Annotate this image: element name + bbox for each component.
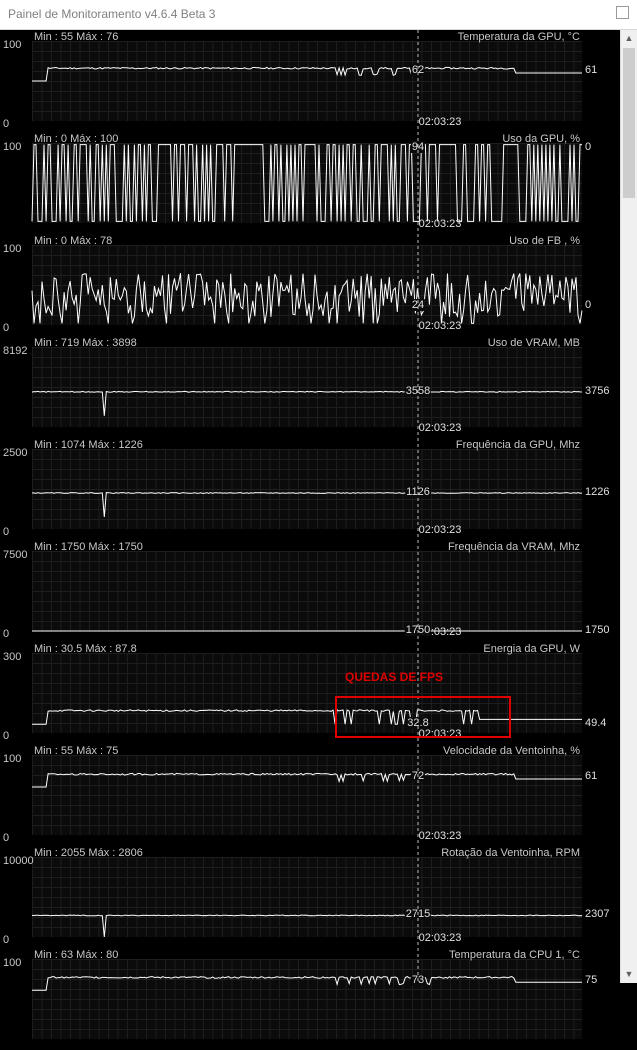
graph-title: Frequência da VRAM, Mhz	[447, 541, 580, 553]
current-value-label: 75	[585, 973, 598, 986]
window-title: Painel de Monitoramento v4.6.4 Beta 3	[8, 7, 216, 21]
scroll-down-arrow-icon[interactable]: ▼	[621, 966, 637, 983]
graph-panel[interactable]: 100 Min : 63 Máx : 80 Temperatura da CPU 1…	[0, 948, 620, 1050]
cursor-time-label: 02:03:23	[418, 524, 462, 536]
y-axis-min-label: 0	[3, 322, 10, 334]
current-value-label: 49.4	[585, 717, 607, 730]
graph-panel[interactable]: 10000 0 Min : 2055 Máx : 2806 Rotação da Ve…	[0, 846, 620, 948]
cursor-time-label: 02:03:23	[418, 830, 462, 842]
graph-title: Rotação da Ventoinha, RPM	[441, 847, 580, 859]
graph-panel[interactable]: 7500 0 Min : 1750 Máx : 1750 Frequência da …	[0, 540, 620, 642]
graph-series-line	[31, 273, 583, 324]
current-value-label: 0	[585, 298, 592, 311]
y-axis-max-label: 100	[3, 753, 22, 765]
current-value-label: 1226	[585, 486, 610, 498]
y-axis-max-label: 100	[3, 243, 22, 255]
cursor-value-label: 72	[410, 770, 426, 783]
min-max-label: Min : 63 Máx : 80	[34, 949, 119, 961]
cursor-value-label: 73	[410, 973, 426, 986]
graph-title: Frequência da GPU, Mhz	[455, 439, 580, 451]
graph-series-line	[31, 492, 582, 518]
graph-title: Uso de VRAM, MB	[487, 337, 580, 349]
cursor-value-label: 24	[410, 298, 426, 311]
current-value-label: 1750	[585, 624, 610, 636]
current-value-label: 2307	[585, 908, 610, 921]
fps-drop-highlight-box	[335, 696, 511, 738]
graph-series-line	[31, 390, 583, 416]
min-max-label: Min : 719 Máx : 3898	[34, 337, 137, 349]
cursor-time-label: 02:03:23	[418, 116, 462, 128]
min-max-label: Min : 1074 Máx : 1226	[34, 439, 143, 451]
y-axis-min-label: 0	[3, 628, 10, 640]
cursor-value-label: 1126	[405, 486, 431, 498]
current-value-label: 0	[585, 140, 592, 153]
current-value-label: 61	[585, 770, 598, 783]
graph-panel[interactable]: 100 Min : 0 Máx : 100 Uso da GPU, % 02:03:2…	[0, 132, 620, 234]
cursor-value-label: 3558	[404, 384, 432, 397]
graph-title: Uso da GPU, %	[502, 133, 580, 145]
min-max-label: Min : 0 Máx : 100	[34, 133, 119, 145]
y-axis-min-label: 0	[3, 118, 10, 130]
graph-panel[interactable]: 100 0 Min : 55 Máx : 75 Velocidade da Vento…	[0, 744, 620, 846]
min-max-label: Min : 1750 Máx : 1750	[34, 541, 143, 553]
min-max-label: Min : 30.5 Máx : 87.8	[34, 643, 137, 655]
graph-panel[interactable]: 100 0 Min : 0 Máx : 78 Uso de FB , % 02:03:2…	[0, 234, 620, 336]
graph-title: Temperatura da GPU, °C	[457, 31, 580, 43]
cursor-time-label: 02:03:23	[418, 932, 462, 944]
graph-series-line	[32, 65, 582, 82]
cursor-value-label: 94	[410, 140, 426, 153]
y-axis-max-label: 100	[3, 141, 22, 153]
y-axis-min-label: 0	[3, 730, 10, 742]
y-axis-max-label: 10000	[3, 855, 34, 867]
y-axis-max-label: 300	[3, 651, 22, 663]
min-max-label: Min : 0 Máx : 78	[34, 235, 113, 247]
graph-panel[interactable]: 8192 Min : 719 Máx : 3898 Uso de VRAM, MB 0…	[0, 336, 620, 438]
fps-drop-annotation: QUEDAS DE FPS	[345, 670, 444, 684]
scroll-thumb[interactable]	[623, 48, 635, 198]
min-max-label: Min : 2055 Máx : 2806	[34, 847, 143, 859]
y-axis-max-label: 100	[3, 39, 22, 51]
y-axis-min-label: 0	[3, 526, 10, 538]
cursor-time-label: 02:03:23	[418, 422, 462, 434]
monitoring-graph-area[interactable]: 100 0 Min : 55 Máx : 76 Temperatura da GPU,…	[0, 30, 620, 1039]
vertical-scrollbar[interactable]: ▲ ▼	[620, 30, 637, 983]
graph-title: Energia da GPU, W	[483, 643, 580, 655]
graph-series-line	[31, 144, 582, 222]
graph-series-line	[32, 772, 582, 788]
graph-series-line	[31, 914, 583, 938]
current-value-label: 61	[585, 64, 598, 77]
graph-panel[interactable]: 2500 0 Min : 1074 Máx : 1226 Frequência da …	[0, 438, 620, 540]
graph-panel[interactable]: 300 0 Min : 30.5 Máx : 87.8 Energia da GPU,…	[0, 642, 620, 744]
window-control-button[interactable]	[616, 6, 629, 19]
graph-series-line	[32, 630, 582, 632]
min-max-label: Min : 55 Máx : 75	[34, 745, 119, 757]
cursor-time-label: 02:03:23	[418, 218, 462, 230]
graph-panel[interactable]: 100 0 Min : 55 Máx : 76 Temperatura da GPU,…	[0, 30, 620, 132]
y-axis-max-label: 8192	[3, 345, 28, 357]
title-bar: Painel de Monitoramento v4.6.4 Beta 3	[0, 0, 637, 30]
y-axis-max-label: 100	[3, 957, 22, 969]
current-value-label: 3756	[585, 384, 610, 397]
graph-title: Temperatura da CPU 1, °C	[449, 949, 580, 961]
cursor-value-label: 62	[410, 64, 426, 77]
graph-title: Velocidade da Ventoinha, %	[442, 745, 580, 757]
cursor-value-label: 1750	[404, 624, 432, 636]
scroll-up-arrow-icon[interactable]: ▲	[621, 30, 637, 47]
y-axis-max-label: 2500	[3, 447, 28, 459]
y-axis-max-label: 7500	[3, 549, 28, 561]
y-axis-min-label: 0	[3, 832, 10, 844]
y-axis-min-label: 0	[3, 934, 10, 946]
cursor-time-label: 02:03:23	[418, 320, 462, 332]
graph-title: Uso de FB , %	[509, 235, 580, 247]
min-max-label: Min : 55 Máx : 76	[34, 31, 119, 43]
graph-series-line	[32, 976, 582, 991]
cursor-value-label: 2715	[404, 908, 432, 921]
